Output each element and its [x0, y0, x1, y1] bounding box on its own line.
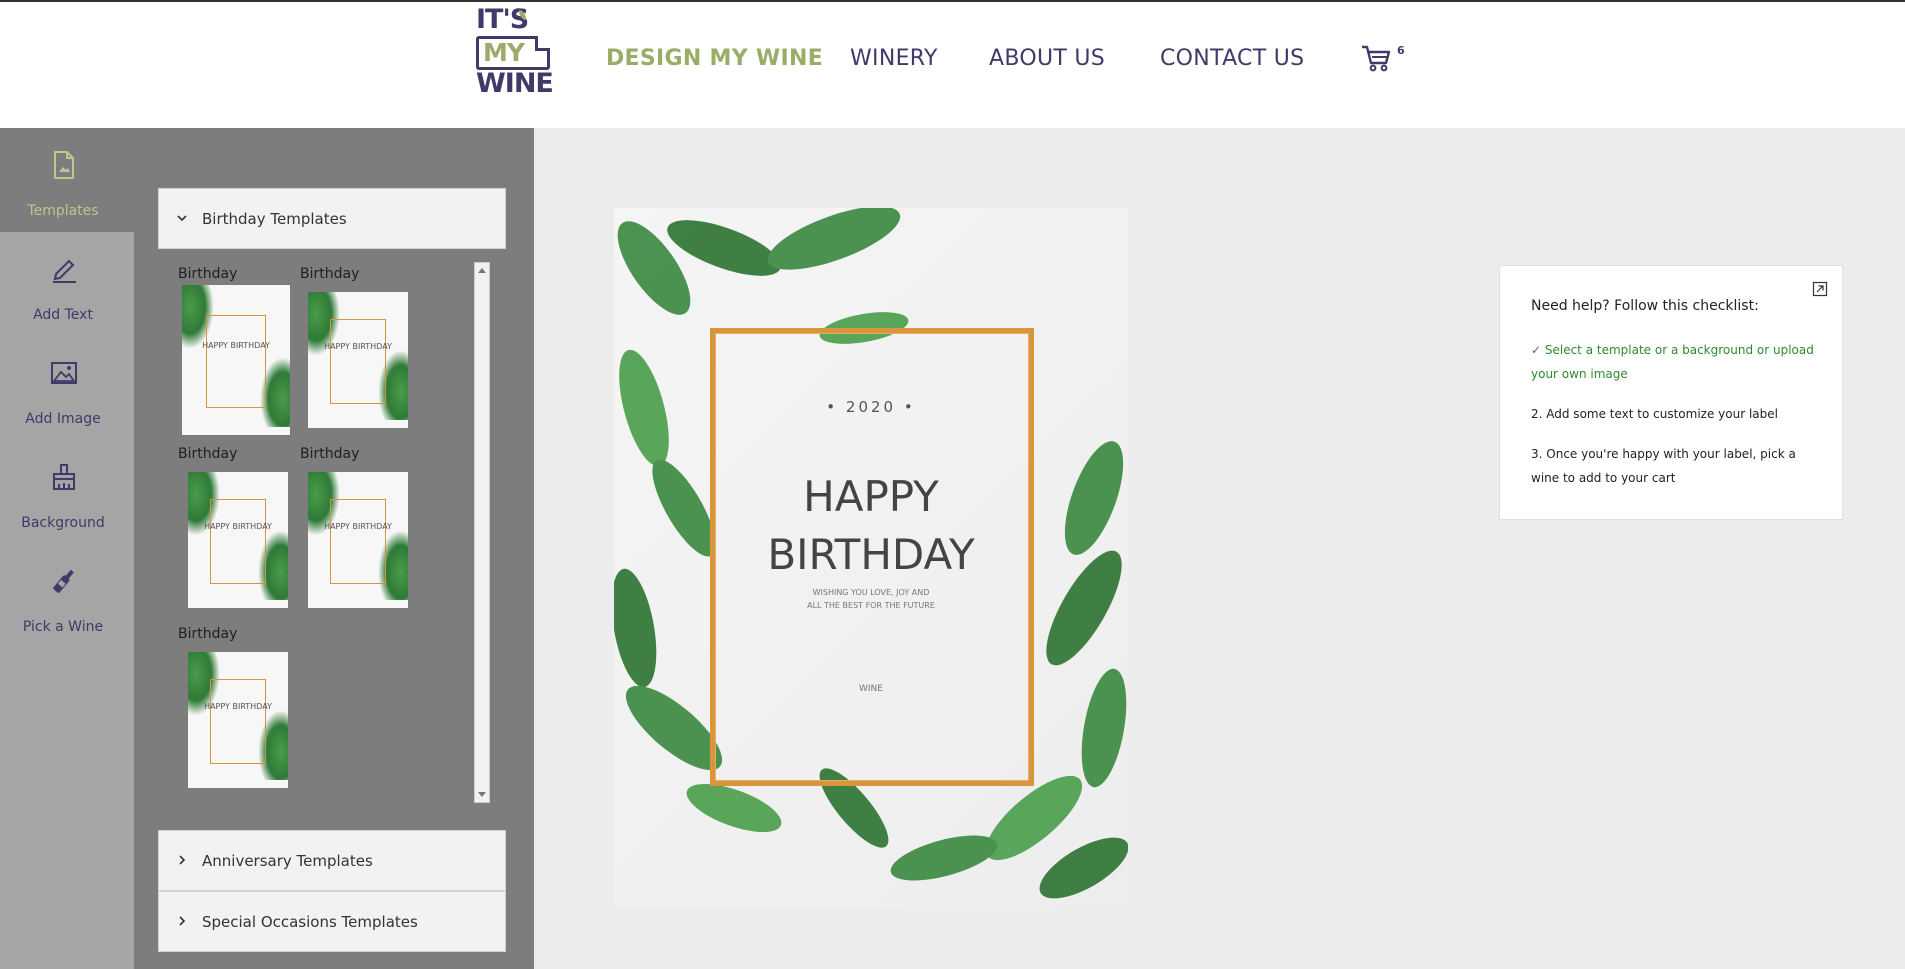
label-design-canvas[interactable]: • 2020 • HAPPY BIRTHDAY WISHING YOU LOVE…: [614, 208, 1128, 908]
thumbnail-text: HAPPY BIRTHDAY: [204, 522, 272, 531]
label-wish-text[interactable]: WISHING YOU LOVE, JOY AND ALL THE BEST F…: [614, 586, 1128, 612]
nav-contact-us[interactable]: CONTACT US: [1160, 46, 1304, 71]
cart-count-badge: 6: [1397, 44, 1405, 57]
label-signature[interactable]: WINE: [614, 684, 1128, 694]
tool-add-text[interactable]: Add Text: [0, 232, 134, 336]
checklist-step-1: ✓ Select a template or a background or u…: [1531, 343, 1814, 381]
template-thumbnail[interactable]: HAPPY BIRTHDAY: [308, 292, 408, 428]
cart-icon[interactable]: [1360, 42, 1392, 74]
tool-add-image[interactable]: Add Image: [0, 336, 134, 440]
its-my-wine-logo[interactable]: IT'S MY WINE: [474, 6, 560, 100]
logo-line-3: WINE: [476, 68, 554, 99]
template-list-scrollbar[interactable]: [474, 262, 490, 803]
checklist-step-2: 2. Add some text to customize your label: [1531, 407, 1778, 421]
chevron-right-icon: [179, 916, 186, 926]
tool-label: Pick a Wine: [22, 619, 104, 635]
template-thumbnail[interactable]: HAPPY BIRTHDAY: [308, 472, 408, 608]
thumbnail-text: HAPPY BIRTHDAY: [324, 522, 392, 531]
label-wish-line-1: WISHING YOU LOVE, JOY AND: [812, 588, 930, 597]
template-caption: Birthday: [178, 626, 238, 642]
logo-line-2: MY: [483, 38, 525, 67]
thumbnail-text: HAPPY BIRTHDAY: [204, 702, 272, 711]
image-icon: [51, 362, 77, 384]
templates-panel: Birthday Templates Birthday HAPPY BIRTHD…: [134, 128, 534, 969]
label-headline-line-1: HAPPY: [803, 472, 939, 521]
pencil-icon: [53, 259, 76, 283]
template-caption: Birthday: [178, 446, 238, 462]
tool-background[interactable]: Background: [0, 440, 134, 544]
tool-label: Templates: [27, 203, 99, 219]
chevron-down-icon: [177, 215, 187, 222]
template-thumbnail[interactable]: HAPPY BIRTHDAY: [188, 652, 288, 788]
label-headline-line-2: BIRTHDAY: [767, 530, 975, 579]
accordion-title: Anniversary Templates: [202, 852, 373, 870]
nav-design-my-wine[interactable]: DESIGN MY WINE: [606, 46, 823, 71]
tool-pick-a-wine[interactable]: Pick a Wine: [0, 544, 134, 648]
tool-templates[interactable]: Templates: [0, 128, 134, 232]
nav-winery[interactable]: WINERY: [850, 46, 938, 71]
expand-icon[interactable]: [1812, 281, 1828, 297]
template-list: Birthday HAPPY BIRTHDAY Birthday HAPPY B…: [158, 262, 506, 803]
checklist-step-3: 3. Once you're happy with your label, pi…: [1531, 447, 1796, 485]
template-caption: Birthday: [178, 266, 238, 282]
accordion-birthday-templates[interactable]: Birthday Templates: [158, 188, 506, 249]
scroll-up-arrow-icon[interactable]: [478, 268, 486, 273]
wine-bottle-icon: [53, 569, 74, 593]
template-thumbnail[interactable]: HAPPY BIRTHDAY: [182, 285, 290, 435]
paint-brush-icon: [53, 464, 75, 490]
accordion-anniversary-templates[interactable]: Anniversary Templates: [158, 830, 506, 891]
tool-label: Add Image: [25, 411, 101, 427]
template-thumbnail[interactable]: HAPPY BIRTHDAY: [188, 472, 288, 608]
nav-about-us[interactable]: ABOUT US: [989, 46, 1105, 71]
template-caption: Birthday: [300, 446, 360, 462]
accordion-title: Birthday Templates: [202, 210, 347, 228]
tool-label: Add Text: [33, 307, 93, 323]
label-wish-line-2: ALL THE BEST FOR THE FUTURE: [807, 601, 935, 610]
help-title: Need help? Follow this checklist:: [1531, 298, 1759, 314]
scroll-down-arrow-icon[interactable]: [478, 792, 486, 797]
thumbnail-text: HAPPY BIRTHDAY: [202, 341, 270, 350]
template-file-icon: [54, 151, 74, 179]
tool-label: Background: [21, 515, 105, 531]
thumbnail-text: HAPPY BIRTHDAY: [324, 342, 392, 351]
help-checklist: Need help? Follow this checklist: ✓ Sele…: [1499, 265, 1843, 520]
chevron-right-icon: [179, 855, 186, 865]
tool-sidebar: Templates Add Text Add Image Background: [0, 128, 134, 969]
label-headline[interactable]: HAPPY BIRTHDAY: [614, 468, 1128, 584]
accordion-special-occasions-templates[interactable]: Special Occasions Templates: [158, 891, 506, 952]
accordion-title: Special Occasions Templates: [202, 913, 418, 931]
template-caption: Birthday: [300, 266, 360, 282]
site-header: IT'S MY WINE DESIGN MY WINE WINERY ABOUT…: [0, 0, 1905, 128]
label-year-text[interactable]: • 2020 •: [614, 398, 1128, 416]
